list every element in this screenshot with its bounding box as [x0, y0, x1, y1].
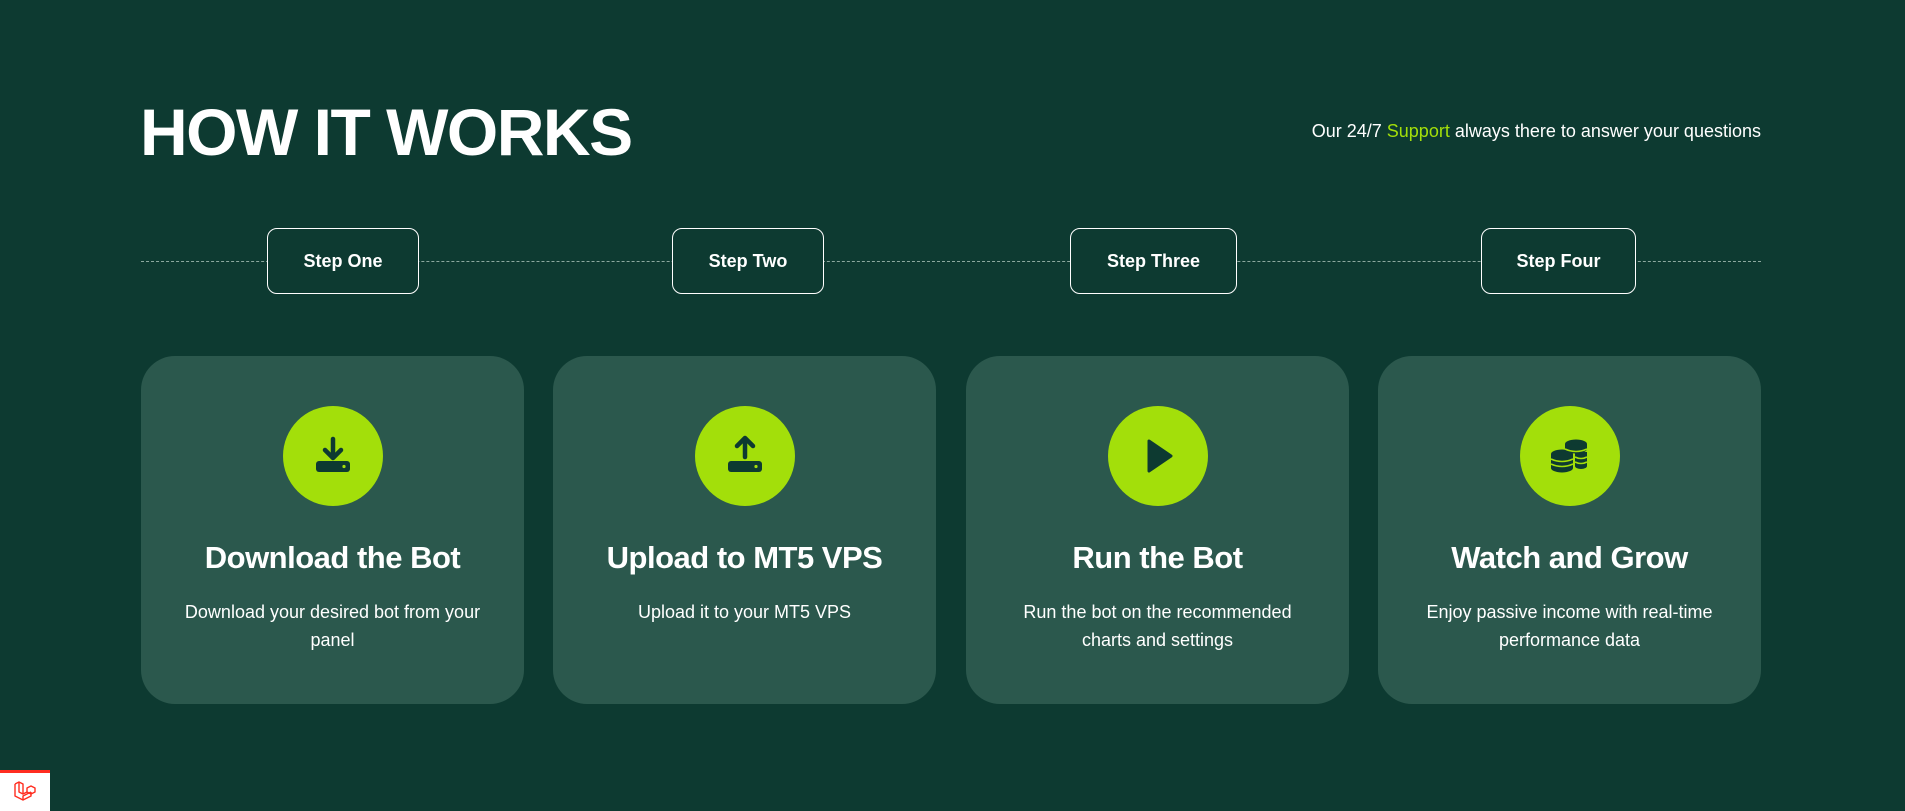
card-title: Upload to MT5 VPS [606, 540, 883, 575]
card-watch-grow: Watch and Grow Enjoy passive income with… [1378, 356, 1761, 704]
card-title: Run the Bot [1072, 540, 1243, 575]
card-run-bot: Run the Bot Run the bot on the recommend… [966, 356, 1349, 704]
coins-icon [1519, 406, 1620, 506]
card-download-bot: Download the Bot Download your desired b… [141, 356, 524, 704]
steps-cards: Download the Bot Download your desired b… [141, 356, 1761, 704]
support-suffix: always there to answer your questions [1449, 121, 1761, 141]
card-description: Download your desired bot from your pane… [184, 602, 481, 650]
card-description: Upload it to your MT5 VPS [637, 602, 852, 622]
step-two-pill: Step Two [672, 228, 824, 294]
card-title: Download the Bot [204, 540, 461, 575]
how-it-works-section: HOW IT WORKS Our 24/7 Support always the… [0, 0, 1905, 811]
card-description: Enjoy passive income with real-time perf… [1426, 602, 1713, 650]
card-upload-vps: Upload to MT5 VPS Upload it to your MT5 … [553, 356, 936, 704]
steps-timeline: Step One Step Two Step Three Step Four [141, 228, 1761, 296]
support-prefix: Our 24/7 [1311, 121, 1387, 141]
step-four-pill: Step Four [1481, 228, 1636, 294]
card-description: Run the bot on the recommended charts an… [1023, 602, 1292, 650]
download-icon [282, 406, 383, 506]
laravel-logo-icon[interactable] [0, 770, 50, 811]
upload-icon [694, 406, 795, 506]
play-icon [1107, 406, 1208, 506]
support-link[interactable]: Support [1387, 121, 1450, 141]
support-tagline: Our 24/7 Support always there to answer … [1312, 118, 1761, 144]
card-title: Watch and Grow [1451, 540, 1688, 575]
section-title: HOW IT WORKS [140, 95, 633, 169]
step-three-pill: Step Three [1070, 228, 1237, 294]
step-one-pill: Step One [267, 228, 419, 294]
